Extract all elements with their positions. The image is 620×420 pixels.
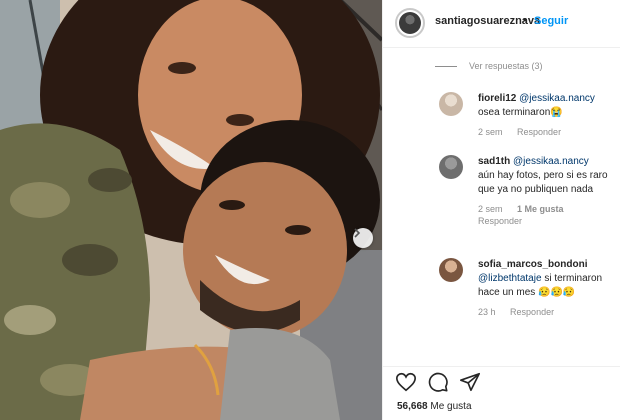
post-header: santiagosuareznava • Seguir: [383, 0, 620, 48]
carousel-next-button[interactable]: [353, 228, 373, 248]
comment-body: sofia_marcos_bondoni @lizbethtataje si t…: [478, 258, 618, 318]
comment-mention[interactable]: @jessikaa.nancy: [513, 156, 589, 167]
comment-time[interactable]: 2 sem: [478, 204, 503, 214]
comment-username[interactable]: sad1th: [478, 156, 510, 167]
likes-label: Me gusta: [430, 401, 472, 412]
reply-button[interactable]: Responder: [517, 127, 561, 137]
divider: [435, 65, 457, 67]
comment-username[interactable]: sofia_marcos_bondoni: [478, 258, 618, 272]
follow-button[interactable]: Seguir: [534, 15, 568, 27]
avatar[interactable]: [439, 92, 463, 116]
avatar[interactable]: [395, 8, 425, 38]
comment-meta: 2 sem Responder: [478, 126, 618, 138]
post-photo[interactable]: [0, 0, 382, 420]
comment-text: osea terminaron😭: [478, 107, 563, 118]
view-replies-button[interactable]: Ver respuestas (3): [435, 61, 543, 71]
comment-mention[interactable]: @lizbethtataje: [478, 273, 542, 284]
reply-button[interactable]: Responder: [478, 216, 522, 226]
comment-time[interactable]: 23 h: [478, 307, 496, 317]
post-side-panel: santiagosuareznava • Seguir Ver respuest…: [382, 0, 620, 420]
post-actions: 56,668 Me gusta: [383, 366, 620, 420]
likes-count[interactable]: 56,668 Me gusta: [397, 401, 472, 412]
comment-likes[interactable]: 1 Me gusta: [517, 204, 564, 214]
chevron-right-icon: [354, 228, 361, 238]
comment-meta: 23 h Responder: [478, 306, 618, 318]
comment-body: sad1th @jessikaa.nancy aún hay fotos, pe…: [478, 155, 618, 227]
reply-button[interactable]: Responder: [510, 307, 554, 317]
likes-number: 56,668: [397, 401, 428, 412]
comment-username[interactable]: fioreli12: [478, 93, 516, 104]
comment-meta: 2 sem 1 Me gusta Responder: [478, 203, 618, 227]
comment-time[interactable]: 2 sem: [478, 127, 503, 137]
paper-plane-icon[interactable]: [459, 371, 481, 398]
comment-mention[interactable]: @jessikaa.nancy: [519, 93, 595, 104]
comment-text: aún hay fotos, pero si es raro que ya no…: [478, 170, 608, 195]
view-replies-label: Ver respuestas (3): [469, 61, 543, 71]
heart-icon[interactable]: [395, 371, 417, 398]
comment-icon[interactable]: [427, 371, 449, 398]
couple-selfie-image: [0, 0, 382, 420]
comment-body: fioreli12 @jessikaa.nancy osea terminaro…: [478, 92, 618, 138]
separator-dot: •: [523, 14, 527, 26]
avatar[interactable]: [439, 155, 463, 179]
avatar[interactable]: [439, 258, 463, 282]
